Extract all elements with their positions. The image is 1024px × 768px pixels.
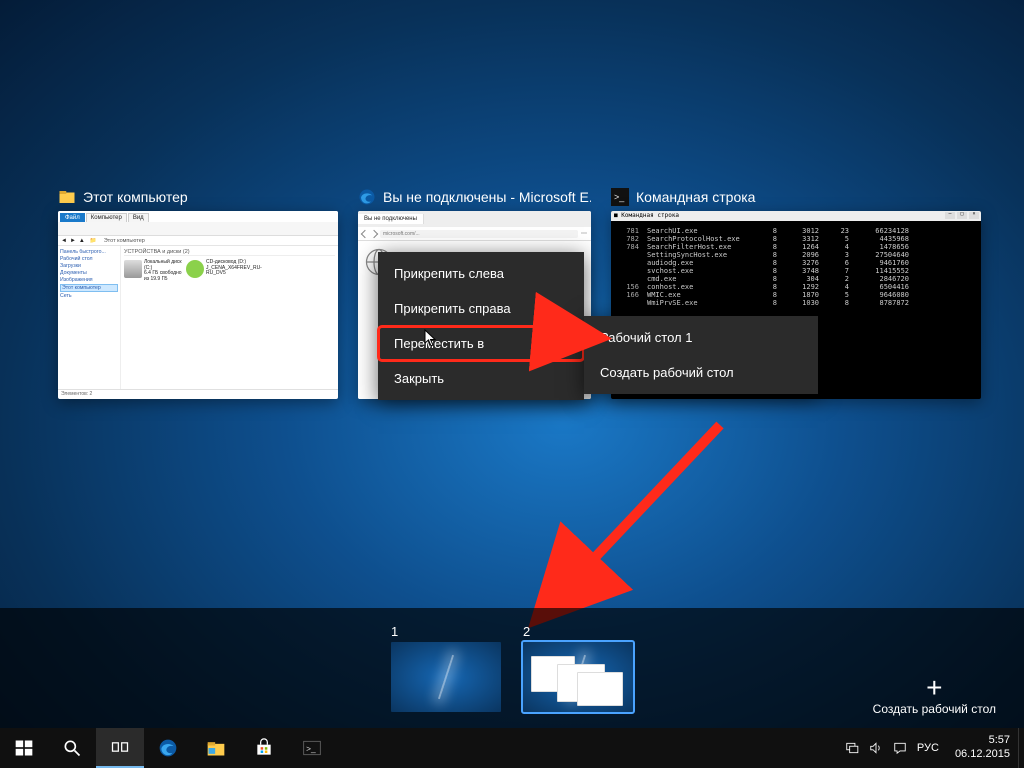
plus-icon: +	[873, 674, 996, 702]
edge-icon	[158, 738, 178, 758]
virtual-desktop-2[interactable]: 2	[523, 624, 633, 712]
search-icon	[62, 738, 82, 758]
desktop-number: 1	[391, 624, 501, 639]
taskbar-clock[interactable]: 5:57 06.12.2015	[947, 734, 1018, 762]
store-icon	[254, 738, 274, 758]
new-desktop-label: Создать рабочий стол	[873, 702, 996, 716]
taskbar: >_ РУС 5:57 06.12.2015	[0, 728, 1024, 768]
window-title-text: Командная строка	[636, 189, 755, 205]
window-title: Вы не подключены - Microsoft E...	[358, 188, 591, 206]
taskview-window-explorer[interactable]: Этот компьютер ФайлКомпьютерВид ◄►▲📁Этот…	[58, 188, 338, 399]
system-tray[interactable]: РУС	[837, 741, 947, 755]
clock-date: 06.12.2015	[955, 748, 1010, 762]
explorer-icon	[58, 188, 76, 206]
tray-notifications-icon[interactable]	[893, 741, 907, 755]
svg-text:>_: >_	[614, 192, 625, 202]
chevron-right-icon: ›	[564, 338, 568, 350]
window-title: >_ Командная строка	[611, 188, 981, 206]
window-thumbnail[interactable]: ФайлКомпьютерВид ◄►▲📁Этот компьютер Пане…	[58, 211, 338, 399]
taskview-icon	[110, 737, 130, 757]
window-title-text: Этот компьютер	[83, 189, 188, 205]
taskbar-store[interactable]	[240, 728, 288, 768]
context-pin-right[interactable]: Прикрепить справа	[378, 291, 584, 326]
virtual-desktop-strip: 1 2	[0, 608, 1024, 728]
context-menu: Прикрепить слева Прикрепить справа Перем…	[378, 252, 584, 400]
svg-text:>_: >_	[306, 743, 316, 753]
desktop-thumbnail[interactable]	[523, 642, 633, 712]
context-close[interactable]: Закрыть	[378, 361, 584, 396]
context-sub-create[interactable]: Создать рабочий стол	[584, 355, 818, 390]
context-move-to[interactable]: Переместить в›	[378, 326, 584, 361]
cmd-icon: >_	[302, 738, 322, 758]
context-submenu: Рабочий стол 1 Создать рабочий стол	[584, 316, 818, 394]
keyboard-language[interactable]: РУС	[917, 742, 939, 754]
cmd-icon: >_	[611, 188, 629, 206]
desktop-thumbnail[interactable]	[391, 642, 501, 712]
context-sub-desktop1[interactable]: Рабочий стол 1	[584, 320, 818, 355]
windows-icon	[14, 738, 34, 758]
virtual-desktop-1[interactable]: 1	[391, 624, 501, 712]
taskbar-cmd[interactable]: >_	[288, 728, 336, 768]
window-title-text: Вы не подключены - Microsoft E...	[383, 189, 591, 205]
taskview-button[interactable]	[96, 728, 144, 768]
tray-network-icon[interactable]	[845, 741, 859, 755]
edge-icon	[358, 188, 376, 206]
context-pin-left[interactable]: Прикрепить слева	[378, 256, 584, 291]
search-button[interactable]	[48, 728, 96, 768]
taskbar-explorer[interactable]	[192, 728, 240, 768]
show-desktop-button[interactable]	[1018, 728, 1024, 768]
desktop-number: 2	[523, 624, 633, 639]
start-button[interactable]	[0, 728, 48, 768]
new-desktop-button[interactable]: + Создать рабочий стол	[873, 674, 996, 716]
window-title: Этот компьютер	[58, 188, 338, 206]
folder-icon	[206, 738, 226, 758]
clock-time: 5:57	[955, 734, 1010, 748]
taskbar-edge[interactable]	[144, 728, 192, 768]
tray-volume-icon[interactable]	[869, 741, 883, 755]
